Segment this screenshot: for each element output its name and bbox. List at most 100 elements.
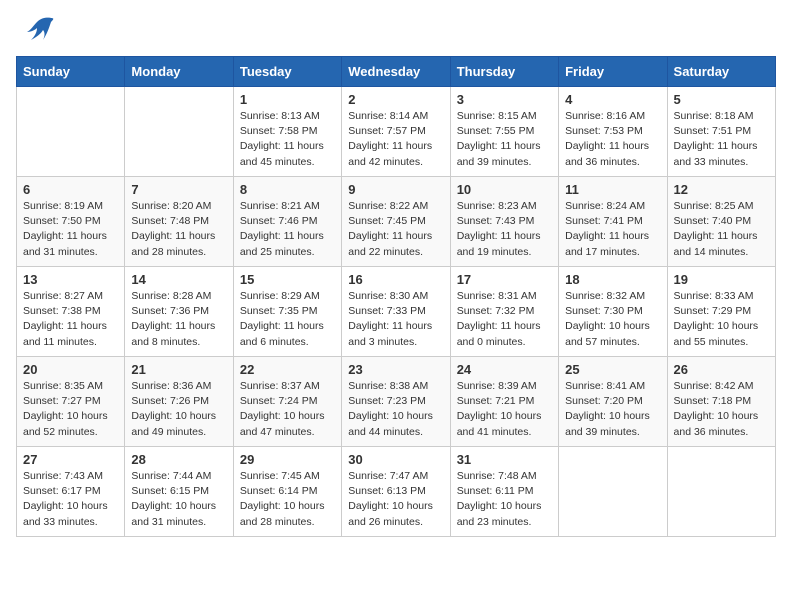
calendar-cell: 29 Sunrise: 7:45 AM Sunset: 6:14 PM Dayli… — [233, 447, 341, 537]
cell-info: Sunrise: 8:42 AM Sunset: 7:18 PM Dayligh… — [674, 379, 769, 440]
calendar-table: SundayMondayTuesdayWednesdayThursdayFrid… — [16, 56, 776, 537]
cell-info: Sunrise: 8:37 AM Sunset: 7:24 PM Dayligh… — [240, 379, 335, 440]
calendar-week-row: 27Sunrise: 7:43 AM Sunset: 6:17 PM Dayli… — [17, 447, 776, 537]
calendar-cell: 20 Sunrise: 8:35 AM Sunset: 7:27 PM Dayli… — [17, 357, 125, 447]
calendar-cell — [559, 447, 667, 537]
calendar-cell: 5 Sunrise: 8:18 AM Sunset: 7:51 PM Daylig… — [667, 87, 775, 177]
calendar-cell: 9 Sunrise: 8:22 AM Sunset: 7:45 PM Daylig… — [342, 177, 450, 267]
day-of-week-header: Wednesday — [342, 57, 450, 87]
calendar-cell: 19 Sunrise: 8:33 AM Sunset: 7:29 PM Dayli… — [667, 267, 775, 357]
calendar-week-row: 20 Sunrise: 8:35 AM Sunset: 7:27 PM Dayli… — [17, 357, 776, 447]
day-number: 1 — [240, 92, 335, 107]
day-number: 4 — [565, 92, 660, 107]
cell-info: Sunrise: 8:36 AM Sunset: 7:26 PM Dayligh… — [131, 379, 226, 440]
calendar-cell: 3 Sunrise: 8:15 AM Sunset: 7:55 PM Daylig… — [450, 87, 558, 177]
calendar-cell: 22Sunrise: 8:37 AM Sunset: 7:24 PM Dayli… — [233, 357, 341, 447]
calendar-cell: 30 Sunrise: 7:47 AM Sunset: 6:13 PM Dayli… — [342, 447, 450, 537]
calendar-cell — [17, 87, 125, 177]
calendar-cell: 31 Sunrise: 7:48 AM Sunset: 6:11 PM Dayli… — [450, 447, 558, 537]
cell-info: Sunrise: 8:38 AM Sunset: 7:23 PM Dayligh… — [348, 379, 443, 440]
cell-info: Sunrise: 8:13 AM Sunset: 7:58 PM Dayligh… — [240, 109, 335, 170]
cell-info: Sunrise: 8:41 AM Sunset: 7:20 PM Dayligh… — [565, 379, 660, 440]
day-number: 14 — [131, 272, 226, 287]
day-number: 24 — [457, 362, 552, 377]
day-number: 2 — [348, 92, 443, 107]
day-number: 30 — [348, 452, 443, 467]
cell-info: Sunrise: 8:20 AM Sunset: 7:48 PM Dayligh… — [131, 199, 226, 260]
calendar-cell: 4 Sunrise: 8:16 AM Sunset: 7:53 PM Daylig… — [559, 87, 667, 177]
day-number: 3 — [457, 92, 552, 107]
calendar-cell: 13 Sunrise: 8:27 AM Sunset: 7:38 PM Dayli… — [17, 267, 125, 357]
calendar-cell — [125, 87, 233, 177]
calendar-cell: 21 Sunrise: 8:36 AM Sunset: 7:26 PM Dayli… — [125, 357, 233, 447]
cell-info: Sunrise: 8:19 AM Sunset: 7:50 PM Dayligh… — [23, 199, 118, 260]
calendar-cell: 24Sunrise: 8:39 AM Sunset: 7:21 PM Dayli… — [450, 357, 558, 447]
cell-info: Sunrise: 8:27 AM Sunset: 7:38 PM Dayligh… — [23, 289, 118, 350]
day-number: 7 — [131, 182, 226, 197]
cell-info: Sunrise: 7:47 AM Sunset: 6:13 PM Dayligh… — [348, 469, 443, 530]
cell-info: Sunrise: 8:24 AM Sunset: 7:41 PM Dayligh… — [565, 199, 660, 260]
day-of-week-header: Monday — [125, 57, 233, 87]
cell-info: Sunrise: 8:22 AM Sunset: 7:45 PM Dayligh… — [348, 199, 443, 260]
cell-info: Sunrise: 8:35 AM Sunset: 7:27 PM Dayligh… — [23, 379, 118, 440]
cell-info: Sunrise: 7:45 AM Sunset: 6:14 PM Dayligh… — [240, 469, 335, 530]
calendar-cell: 25Sunrise: 8:41 AM Sunset: 7:20 PM Dayli… — [559, 357, 667, 447]
day-number: 17 — [457, 272, 552, 287]
calendar-cell: 28 Sunrise: 7:44 AM Sunset: 6:15 PM Dayli… — [125, 447, 233, 537]
cell-info: Sunrise: 8:16 AM Sunset: 7:53 PM Dayligh… — [565, 109, 660, 170]
day-of-week-header: Sunday — [17, 57, 125, 87]
cell-info: Sunrise: 8:15 AM Sunset: 7:55 PM Dayligh… — [457, 109, 552, 170]
logo — [16, 16, 55, 44]
calendar-cell: 8 Sunrise: 8:21 AM Sunset: 7:46 PM Daylig… — [233, 177, 341, 267]
calendar-cell: 10 Sunrise: 8:23 AM Sunset: 7:43 PM Dayli… — [450, 177, 558, 267]
day-number: 8 — [240, 182, 335, 197]
day-number: 20 — [23, 362, 118, 377]
day-of-week-header: Friday — [559, 57, 667, 87]
cell-info: Sunrise: 7:44 AM Sunset: 6:15 PM Dayligh… — [131, 469, 226, 530]
day-number: 9 — [348, 182, 443, 197]
calendar-cell: 7 Sunrise: 8:20 AM Sunset: 7:48 PM Daylig… — [125, 177, 233, 267]
cell-info: Sunrise: 8:30 AM Sunset: 7:33 PM Dayligh… — [348, 289, 443, 350]
calendar-cell: 18Sunrise: 8:32 AM Sunset: 7:30 PM Dayli… — [559, 267, 667, 357]
cell-info: Sunrise: 8:14 AM Sunset: 7:57 PM Dayligh… — [348, 109, 443, 170]
day-number: 10 — [457, 182, 552, 197]
cell-info: Sunrise: 8:18 AM Sunset: 7:51 PM Dayligh… — [674, 109, 769, 170]
cell-info: Sunrise: 8:28 AM Sunset: 7:36 PM Dayligh… — [131, 289, 226, 350]
day-number: 15 — [240, 272, 335, 287]
calendar-cell: 12 Sunrise: 8:25 AM Sunset: 7:40 PM Dayli… — [667, 177, 775, 267]
calendar-cell — [667, 447, 775, 537]
cell-info: Sunrise: 8:25 AM Sunset: 7:40 PM Dayligh… — [674, 199, 769, 260]
day-number: 21 — [131, 362, 226, 377]
cell-info: Sunrise: 8:31 AM Sunset: 7:32 PM Dayligh… — [457, 289, 552, 350]
day-number: 6 — [23, 182, 118, 197]
day-number: 19 — [674, 272, 769, 287]
day-number: 28 — [131, 452, 226, 467]
cell-info: Sunrise: 7:43 AM Sunset: 6:17 PM Dayligh… — [23, 469, 118, 530]
cell-info: Sunrise: 8:21 AM Sunset: 7:46 PM Dayligh… — [240, 199, 335, 260]
calendar-cell: 11 Sunrise: 8:24 AM Sunset: 7:41 PM Dayli… — [559, 177, 667, 267]
calendar-cell: 1 Sunrise: 8:13 AM Sunset: 7:58 PM Daylig… — [233, 87, 341, 177]
cell-info: Sunrise: 8:23 AM Sunset: 7:43 PM Dayligh… — [457, 199, 552, 260]
day-number: 13 — [23, 272, 118, 287]
calendar-cell: 26Sunrise: 8:42 AM Sunset: 7:18 PM Dayli… — [667, 357, 775, 447]
day-number: 16 — [348, 272, 443, 287]
calendar-week-row: 1 Sunrise: 8:13 AM Sunset: 7:58 PM Daylig… — [17, 87, 776, 177]
calendar-cell: 17 Sunrise: 8:31 AM Sunset: 7:32 PM Dayli… — [450, 267, 558, 357]
day-number: 11 — [565, 182, 660, 197]
calendar-cell: 15Sunrise: 8:29 AM Sunset: 7:35 PM Dayli… — [233, 267, 341, 357]
day-of-week-header: Thursday — [450, 57, 558, 87]
calendar-cell: 6 Sunrise: 8:19 AM Sunset: 7:50 PM Daylig… — [17, 177, 125, 267]
day-number: 31 — [457, 452, 552, 467]
calendar-cell: 16 Sunrise: 8:30 AM Sunset: 7:33 PM Dayli… — [342, 267, 450, 357]
day-number: 29 — [240, 452, 335, 467]
day-number: 12 — [674, 182, 769, 197]
calendar-header-row: SundayMondayTuesdayWednesdayThursdayFrid… — [17, 57, 776, 87]
day-number: 5 — [674, 92, 769, 107]
day-number: 23 — [348, 362, 443, 377]
cell-info: Sunrise: 8:33 AM Sunset: 7:29 PM Dayligh… — [674, 289, 769, 350]
cell-info: Sunrise: 7:48 AM Sunset: 6:11 PM Dayligh… — [457, 469, 552, 530]
day-of-week-header: Saturday — [667, 57, 775, 87]
cell-info: Sunrise: 8:32 AM Sunset: 7:30 PM Dayligh… — [565, 289, 660, 350]
calendar-week-row: 13 Sunrise: 8:27 AM Sunset: 7:38 PM Dayli… — [17, 267, 776, 357]
day-of-week-header: Tuesday — [233, 57, 341, 87]
